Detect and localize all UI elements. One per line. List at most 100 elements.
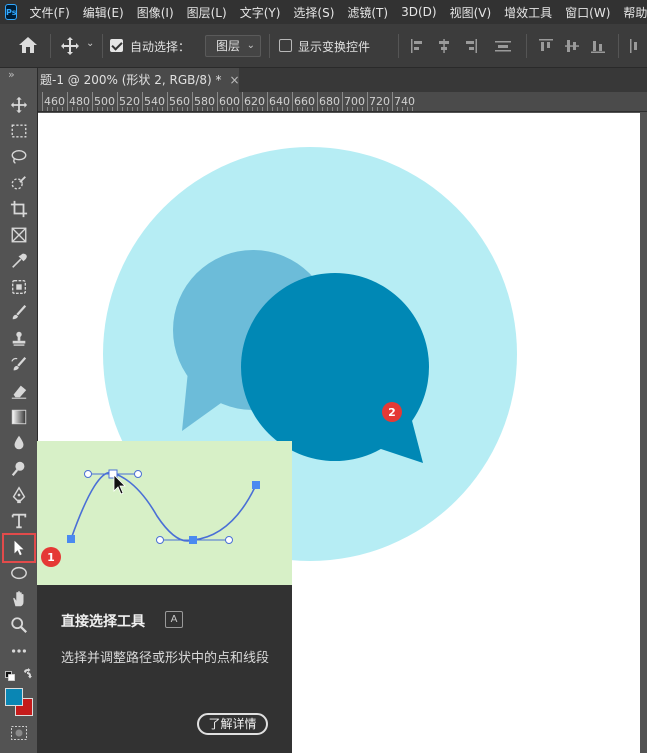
tool-tooltip: 直接选择工具 A 选择并调整路径或形状中的点和线段 了解详情: [37, 441, 292, 753]
align-vertical-center-icon[interactable]: [564, 38, 580, 57]
close-icon[interactable]: ×: [230, 73, 240, 87]
ruler-tick: [307, 107, 308, 111]
clone-stamp-tool-icon[interactable]: [7, 328, 31, 350]
dodge-tool-icon[interactable]: [7, 458, 31, 480]
history-brush-tool-icon[interactable]: [7, 354, 31, 376]
menu-bar: Ps 文件(F) 编辑(E) 图像(I) 图层(L) 文字(Y) 选择(S) 滤…: [0, 0, 647, 24]
ruler-tick: [152, 107, 153, 111]
menu-select[interactable]: 选择(S): [293, 4, 334, 21]
ruler-tick: [177, 107, 178, 111]
ruler-tick: [157, 107, 158, 111]
lasso-tool-icon[interactable]: [7, 146, 31, 168]
ruler-tick: [397, 107, 398, 111]
ruler-tick: [137, 107, 138, 111]
ruler-tick: [352, 107, 353, 111]
menu-filter[interactable]: 滤镜(T): [347, 4, 388, 21]
ruler-tick: [117, 92, 118, 111]
ruler-tick: [217, 92, 218, 111]
ruler-tick: [122, 107, 123, 111]
ruler-tick: [412, 107, 413, 111]
ruler-tick: [207, 107, 208, 111]
document-tab[interactable]: 题-1 @ 200% (形状 2, RGB/8) * ×: [38, 68, 240, 92]
move-tool-icon[interactable]: [60, 36, 80, 59]
ruler-tick: [362, 107, 363, 111]
quick-mask-icon[interactable]: [11, 726, 27, 743]
menu-plugins[interactable]: 增效工具: [504, 4, 552, 21]
eyedropper-tool-icon[interactable]: [7, 250, 31, 272]
default-colors-icon[interactable]: [5, 670, 15, 684]
menu-file[interactable]: 文件(F): [29, 4, 69, 21]
tools-panel: »: [0, 68, 38, 753]
ruler-tick: [227, 107, 228, 111]
align-right-icon[interactable]: [462, 38, 478, 57]
ruler-tick: [57, 107, 58, 111]
move-tool-icon[interactable]: [7, 94, 31, 116]
foreground-color-swatch[interactable]: [5, 688, 23, 706]
ruler-tick: [232, 107, 233, 111]
healing-brush-tool-icon[interactable]: [7, 276, 31, 298]
ruler-tick: [172, 107, 173, 111]
type-tool-icon[interactable]: [7, 510, 31, 532]
ruler-tick: [212, 107, 213, 111]
blur-tool-icon[interactable]: [7, 432, 31, 454]
learn-more-button[interactable]: 了解详情: [197, 713, 268, 735]
swap-colors-icon[interactable]: [22, 668, 34, 683]
show-transform-checkbox[interactable]: [279, 39, 292, 52]
ruler-tick: [252, 107, 253, 111]
ruler-tick: [347, 107, 348, 111]
layer-select-dropdown[interactable]: 图层 ⌄: [205, 35, 261, 57]
ruler-tick: [222, 107, 223, 111]
brush-tool-icon[interactable]: [7, 302, 31, 324]
ruler-tick: [97, 107, 98, 111]
menu-image[interactable]: 图像(I): [137, 4, 174, 21]
ruler-tick: [72, 107, 73, 111]
ruler-tick: [167, 92, 168, 111]
ruler-tick: [247, 107, 248, 111]
hand-tool-icon[interactable]: [7, 588, 31, 610]
collapse-panel-icon[interactable]: »: [8, 68, 15, 81]
menu-layer[interactable]: 图层(L): [187, 4, 227, 21]
ruler-tick: [127, 107, 128, 111]
eraser-tool-icon[interactable]: [7, 380, 31, 402]
menu-window[interactable]: 窗口(W): [565, 4, 610, 21]
gradient-tool-icon[interactable]: [7, 406, 31, 428]
marquee-tool-icon[interactable]: [7, 120, 31, 142]
ruler-tick: [402, 107, 403, 111]
align-bottom-icon[interactable]: [590, 38, 606, 57]
ruler-tick: [237, 107, 238, 111]
crop-tool-icon[interactable]: [7, 198, 31, 220]
quick-selection-tool-icon[interactable]: [7, 172, 31, 194]
auto-select-checkbox[interactable]: [110, 39, 123, 52]
ruler-tick: [317, 92, 318, 111]
ruler-tick: [387, 107, 388, 111]
home-icon[interactable]: [18, 36, 38, 57]
menu-edit[interactable]: 编辑(E): [83, 4, 124, 21]
direct-selection-tool-icon[interactable]: [2, 533, 36, 563]
pen-tool-icon[interactable]: [7, 484, 31, 506]
document-tab-bar: 题-1 @ 200% (形状 2, RGB/8) * ×: [38, 68, 647, 92]
menu-view[interactable]: 视图(V): [450, 4, 492, 21]
horizontal-ruler: 460 480 500 520 540 560 580 600 620 640 660 680 700 7…: [38, 92, 647, 112]
document-tab-title: 题-1 @ 200% (形状 2, RGB/8) *: [40, 73, 222, 87]
ellipse-tool-icon[interactable]: [7, 562, 31, 584]
align-top-icon[interactable]: [538, 38, 554, 57]
more-tools-icon[interactable]: [7, 640, 31, 662]
ruler-tick: [187, 107, 188, 111]
ruler-tick: [262, 107, 263, 111]
zoom-tool-icon[interactable]: [7, 614, 31, 636]
menu-help[interactable]: 帮助(H): [623, 4, 647, 21]
align-horizontal-center-icon[interactable]: [436, 38, 452, 57]
layer-select-value: 图层: [216, 39, 241, 53]
ruler-tick: [102, 107, 103, 111]
distribute-icon[interactable]: [494, 38, 512, 57]
tooltip-animation-preview: [37, 441, 292, 585]
chevron-down-icon[interactable]: ⌄: [86, 38, 94, 49]
menu-3d[interactable]: 3D(D): [401, 5, 436, 19]
ruler-tick: [337, 107, 338, 111]
distribute-vertical-icon[interactable]: [628, 38, 644, 57]
ruler-tick: [62, 107, 63, 111]
menu-type[interactable]: 文字(Y): [240, 4, 281, 21]
align-left-icon[interactable]: [410, 38, 426, 57]
frame-tool-icon[interactable]: [7, 224, 31, 246]
ruler-tick: [197, 107, 198, 111]
